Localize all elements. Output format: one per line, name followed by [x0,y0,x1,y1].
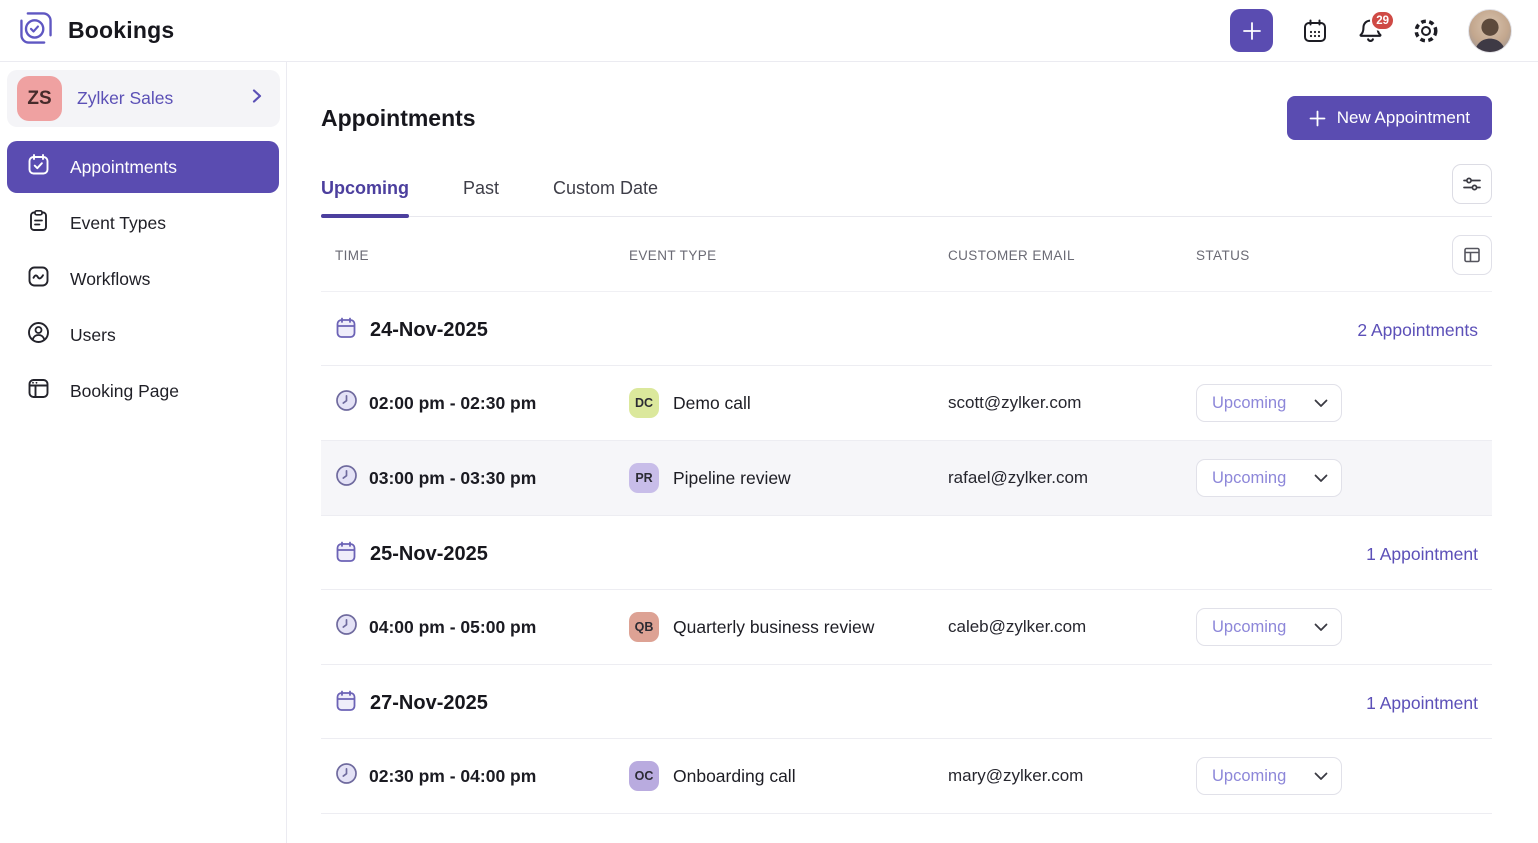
sidebar-item-label: Workflows [70,269,150,290]
event-type-name: Onboarding call [673,766,796,787]
status-value: Upcoming [1212,618,1286,637]
sidebar-item-label: Booking Page [70,381,179,402]
column-customer-email: CUSTOMER EMAIL [948,248,1196,263]
clock-icon [335,389,358,417]
calendar-check-icon [26,152,51,182]
sidebar-item-workflows[interactable]: Workflows [7,253,279,305]
sidebar-nav: Appointments Event Types Workflows Users Boo… [0,141,286,417]
event-type-badge: PR [629,463,659,493]
notification-count-badge: 29 [1370,10,1395,31]
appointment-row[interactable]: 03:00 pm - 03:30 pm PR Pipeline review r… [321,441,1492,516]
event-type-name: Pipeline review [673,468,791,489]
appointment-time: 04:00 pm - 05:00 pm [369,617,536,638]
tabs-row: Upcoming Past Custom Date [321,164,1492,217]
status-dropdown[interactable]: Upcoming [1196,459,1342,497]
chevron-right-icon [250,88,264,109]
event-type-name: Quarterly business review [673,617,874,638]
table-header: TIME EVENT TYPE CUSTOMER EMAIL STATUS [321,217,1492,292]
workflow-icon [26,264,51,294]
appointment-row[interactable]: 02:30 pm - 04:00 pm OC Onboarding call m… [321,739,1492,814]
group-appointment-count[interactable]: 1 Appointment [1366,693,1478,714]
event-type-badge: DC [629,388,659,418]
page-title: Appointments [321,105,476,132]
booking-page-icon [26,376,51,406]
workspace-avatar: ZS [17,76,62,121]
notifications-bell-icon[interactable]: 29 [1357,17,1384,44]
plus-icon [1309,110,1326,127]
user-avatar[interactable] [1468,9,1512,53]
customer-email: caleb@zylker.com [948,617,1196,637]
bookings-logo-icon [16,8,56,53]
customer-email: rafael@zylker.com [948,468,1196,488]
appointment-time: 02:30 pm - 04:00 pm [369,766,536,787]
app-title: Bookings [68,17,174,44]
filter-sliders-icon [1461,173,1483,195]
chevron-down-icon [1314,474,1328,483]
sidebar-item-users[interactable]: Users [7,309,279,361]
topbar-actions: 29 [1230,9,1512,53]
new-appointment-button[interactable]: New Appointment [1287,96,1492,140]
appointment-row[interactable]: 02:00 pm - 02:30 pm DC Demo call scott@z… [321,366,1492,441]
calendar-icon[interactable] [1301,17,1329,45]
date-group-row: 27-Nov-2025 1 Appointment [321,665,1492,739]
filter-button[interactable] [1452,164,1492,204]
group-date: 24-Nov-2025 [370,319,488,342]
top-bar: Bookings 29 [0,0,1538,62]
status-value: Upcoming [1212,767,1286,786]
status-value: Upcoming [1212,469,1286,488]
status-value: Upcoming [1212,394,1286,413]
status-dropdown[interactable]: Upcoming [1196,757,1342,795]
column-time: TIME [335,248,629,263]
quick-create-button[interactable] [1230,9,1273,52]
appointments-list: 24-Nov-2025 2 Appointments 02:00 pm - 02… [321,292,1492,814]
event-type-name: Demo call [673,393,751,414]
chevron-down-icon [1314,772,1328,781]
group-appointment-count[interactable]: 2 Appointments [1357,320,1478,341]
date-calendar-icon [335,540,357,569]
column-event-type: EVENT TYPE [629,248,948,263]
chevron-down-icon [1314,399,1328,408]
clock-icon [335,613,358,641]
customer-email: mary@zylker.com [948,766,1196,786]
tab-past[interactable]: Past [463,178,499,216]
workspace-selector[interactable]: ZS Zylker Sales [7,70,280,127]
clock-icon [335,464,358,492]
event-type-badge: OC [629,761,659,791]
date-calendar-icon [335,689,357,718]
sidebar: ZS Zylker Sales Appointments Event Types W… [0,62,287,843]
sidebar-item-label: Appointments [70,157,177,178]
sidebar-item-event-types[interactable]: Event Types [7,197,279,249]
sidebar-item-label: Users [70,325,116,346]
appointment-row[interactable]: 04:00 pm - 05:00 pm QB Quarterly busines… [321,590,1492,665]
sidebar-item-booking-page[interactable]: Booking Page [7,365,279,417]
clock-icon [335,762,358,790]
date-group-row: 25-Nov-2025 1 Appointment [321,516,1492,590]
status-dropdown[interactable]: Upcoming [1196,608,1342,646]
settings-gear-icon[interactable] [1412,17,1440,45]
event-type-badge: QB [629,612,659,642]
sidebar-item-label: Event Types [70,213,166,234]
clipboard-icon [26,208,51,238]
column-status: STATUS [1196,248,1452,263]
status-dropdown[interactable]: Upcoming [1196,384,1342,422]
group-date: 25-Nov-2025 [370,543,488,566]
date-group-row: 24-Nov-2025 2 Appointments [321,292,1492,366]
group-appointment-count[interactable]: 1 Appointment [1366,544,1478,565]
main-content: Appointments New Appointment Upcoming Pa… [287,62,1538,843]
chevron-down-icon [1314,623,1328,632]
tab-upcoming[interactable]: Upcoming [321,178,409,216]
date-calendar-icon [335,316,357,345]
appointment-time: 02:00 pm - 02:30 pm [369,393,536,414]
manage-columns-button[interactable] [1452,235,1492,275]
customer-email: scott@zylker.com [948,393,1196,413]
appointment-time: 03:00 pm - 03:30 pm [369,468,536,489]
sidebar-item-appointments[interactable]: Appointments [7,141,279,193]
table-columns-icon [1462,245,1482,265]
users-icon [26,320,51,350]
workspace-name: Zylker Sales [77,88,235,109]
tab-custom-date[interactable]: Custom Date [553,178,658,216]
brand: Bookings [16,8,174,53]
group-date: 27-Nov-2025 [370,692,488,715]
